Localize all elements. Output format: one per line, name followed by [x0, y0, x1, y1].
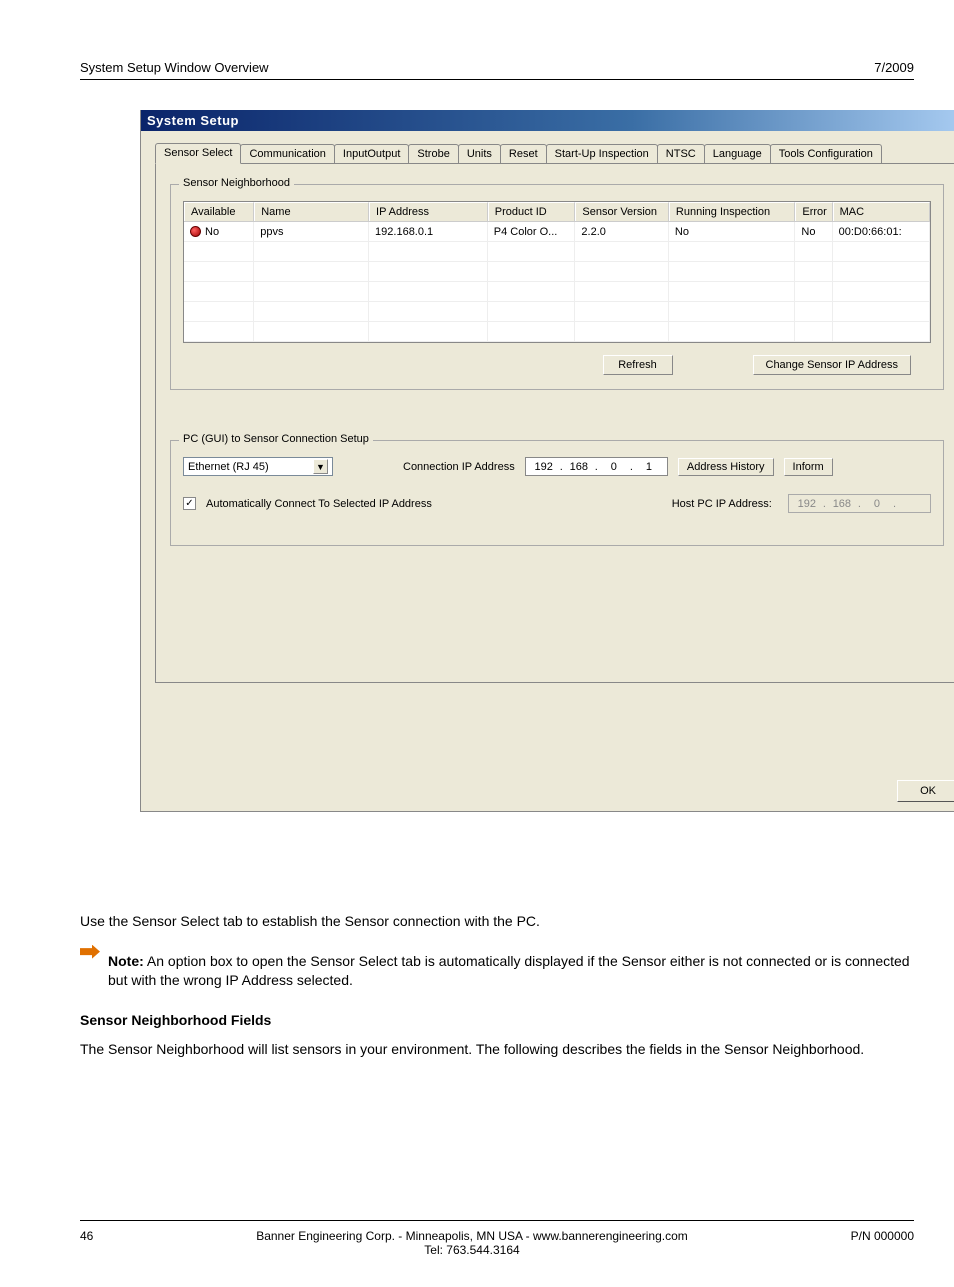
tab-units[interactable]: Units: [458, 144, 501, 163]
col-mac[interactable]: MAC: [833, 202, 930, 221]
paragraph-intro: Use the Sensor Select tab to establish t…: [80, 912, 914, 932]
note-label: Note:: [108, 953, 144, 969]
host-ip-label: Host PC IP Address:: [672, 498, 772, 510]
tab-startup-inspection[interactable]: Start-Up Inspection: [546, 144, 658, 163]
note-icon: [80, 945, 100, 959]
col-product-id[interactable]: Product ID: [488, 202, 576, 221]
connection-setup-group: PC (GUI) to Sensor Connection Setup Ethe…: [170, 440, 944, 546]
tab-inputoutput[interactable]: InputOutput: [334, 144, 410, 163]
tab-reset[interactable]: Reset: [500, 144, 547, 163]
section-heading: Sensor Neighborhood Fields: [80, 1011, 914, 1031]
tab-panel: Sensor Neighborhood Available Name IP Ad…: [155, 163, 954, 683]
tab-tools-configuration[interactable]: Tools Configuration: [770, 144, 882, 163]
connection-setup-legend: PC (GUI) to Sensor Connection Setup: [179, 433, 373, 445]
col-running-inspection[interactable]: Running Inspection: [669, 202, 795, 221]
table-row: [184, 242, 930, 262]
refresh-button[interactable]: Refresh: [603, 355, 673, 375]
page-footer: 46 Banner Engineering Corp. - Minneapoli…: [80, 1220, 914, 1257]
window-title: System Setup: [147, 113, 239, 128]
cell-name: ppvs: [254, 222, 369, 241]
cell-product: P4 Color O...: [488, 222, 576, 241]
change-ip-button[interactable]: Change Sensor IP Address: [753, 355, 912, 375]
connection-ip-label: Connection IP Address: [403, 461, 515, 473]
connection-ip-input[interactable]: 192. 168. 0. 1: [525, 457, 668, 476]
header-left: System Setup Window Overview: [80, 60, 269, 75]
ok-button[interactable]: OK: [897, 780, 954, 802]
cell-mac: 00:D0:66:01:: [833, 222, 930, 241]
auto-connect-checkbox[interactable]: ✓: [183, 497, 196, 510]
note-paragraph: Note: An option box to open the Sensor S…: [108, 952, 914, 991]
col-ip[interactable]: IP Address: [369, 202, 488, 221]
inform-button[interactable]: Inform: [784, 458, 833, 476]
select-value: Ethernet (RJ 45): [188, 461, 269, 473]
sensor-neighborhood-legend: Sensor Neighborhood: [179, 177, 294, 189]
table-row[interactable]: No ppvs 192.168.0.1 P4 Color O... 2.2.0 …: [184, 222, 930, 242]
window-title-bar: System Setup: [141, 110, 954, 131]
tab-sensor-select[interactable]: Sensor Select: [155, 143, 241, 164]
col-available[interactable]: Available: [184, 202, 254, 221]
footer-tel: Tel: 763.544.3164: [93, 1243, 850, 1257]
note-text: An option box to open the Sensor Select …: [108, 953, 910, 989]
host-ip-display: 192. 168. 0.: [788, 494, 931, 513]
page-number: 46: [80, 1229, 93, 1257]
cell-available: No: [184, 222, 254, 241]
connection-type-select[interactable]: Ethernet (RJ 45) ▼: [183, 457, 333, 476]
table-row: [184, 262, 930, 282]
col-name[interactable]: Name: [254, 202, 369, 221]
col-error[interactable]: Error: [795, 202, 832, 221]
status-dot-icon: [190, 226, 201, 237]
cell-error: No: [795, 222, 832, 241]
tab-communication[interactable]: Communication: [240, 144, 334, 163]
cell-running: No: [669, 222, 795, 241]
table-row: [184, 282, 930, 302]
page-header: System Setup Window Overview 7/2009: [80, 60, 914, 80]
tab-strobe[interactable]: Strobe: [408, 144, 458, 163]
col-sensor-version[interactable]: Sensor Version: [575, 202, 669, 221]
header-right: 7/2009: [874, 60, 914, 75]
system-setup-window: System Setup Sensor Select Communication…: [140, 110, 954, 812]
address-history-button[interactable]: Address History: [678, 458, 774, 476]
tab-language[interactable]: Language: [704, 144, 771, 163]
sensor-neighborhood-group: Sensor Neighborhood Available Name IP Ad…: [170, 184, 944, 390]
tab-strip: Sensor Select Communication InputOutput …: [155, 141, 954, 163]
tab-ntsc[interactable]: NTSC: [657, 144, 705, 163]
table-row: [184, 302, 930, 322]
sensor-grid[interactable]: Available Name IP Address Product ID Sen…: [183, 201, 931, 343]
cell-ip: 192.168.0.1: [369, 222, 488, 241]
paragraph-fields: The Sensor Neighborhood will list sensor…: [80, 1040, 914, 1060]
table-row: [184, 322, 930, 342]
cell-version: 2.2.0: [575, 222, 669, 241]
footer-company: Banner Engineering Corp. - Minneapolis, …: [93, 1229, 850, 1243]
auto-connect-label: Automatically Connect To Selected IP Add…: [206, 498, 432, 510]
chevron-down-icon: ▼: [313, 459, 328, 474]
part-number: P/N 000000: [851, 1229, 914, 1257]
grid-header: Available Name IP Address Product ID Sen…: [184, 202, 930, 222]
